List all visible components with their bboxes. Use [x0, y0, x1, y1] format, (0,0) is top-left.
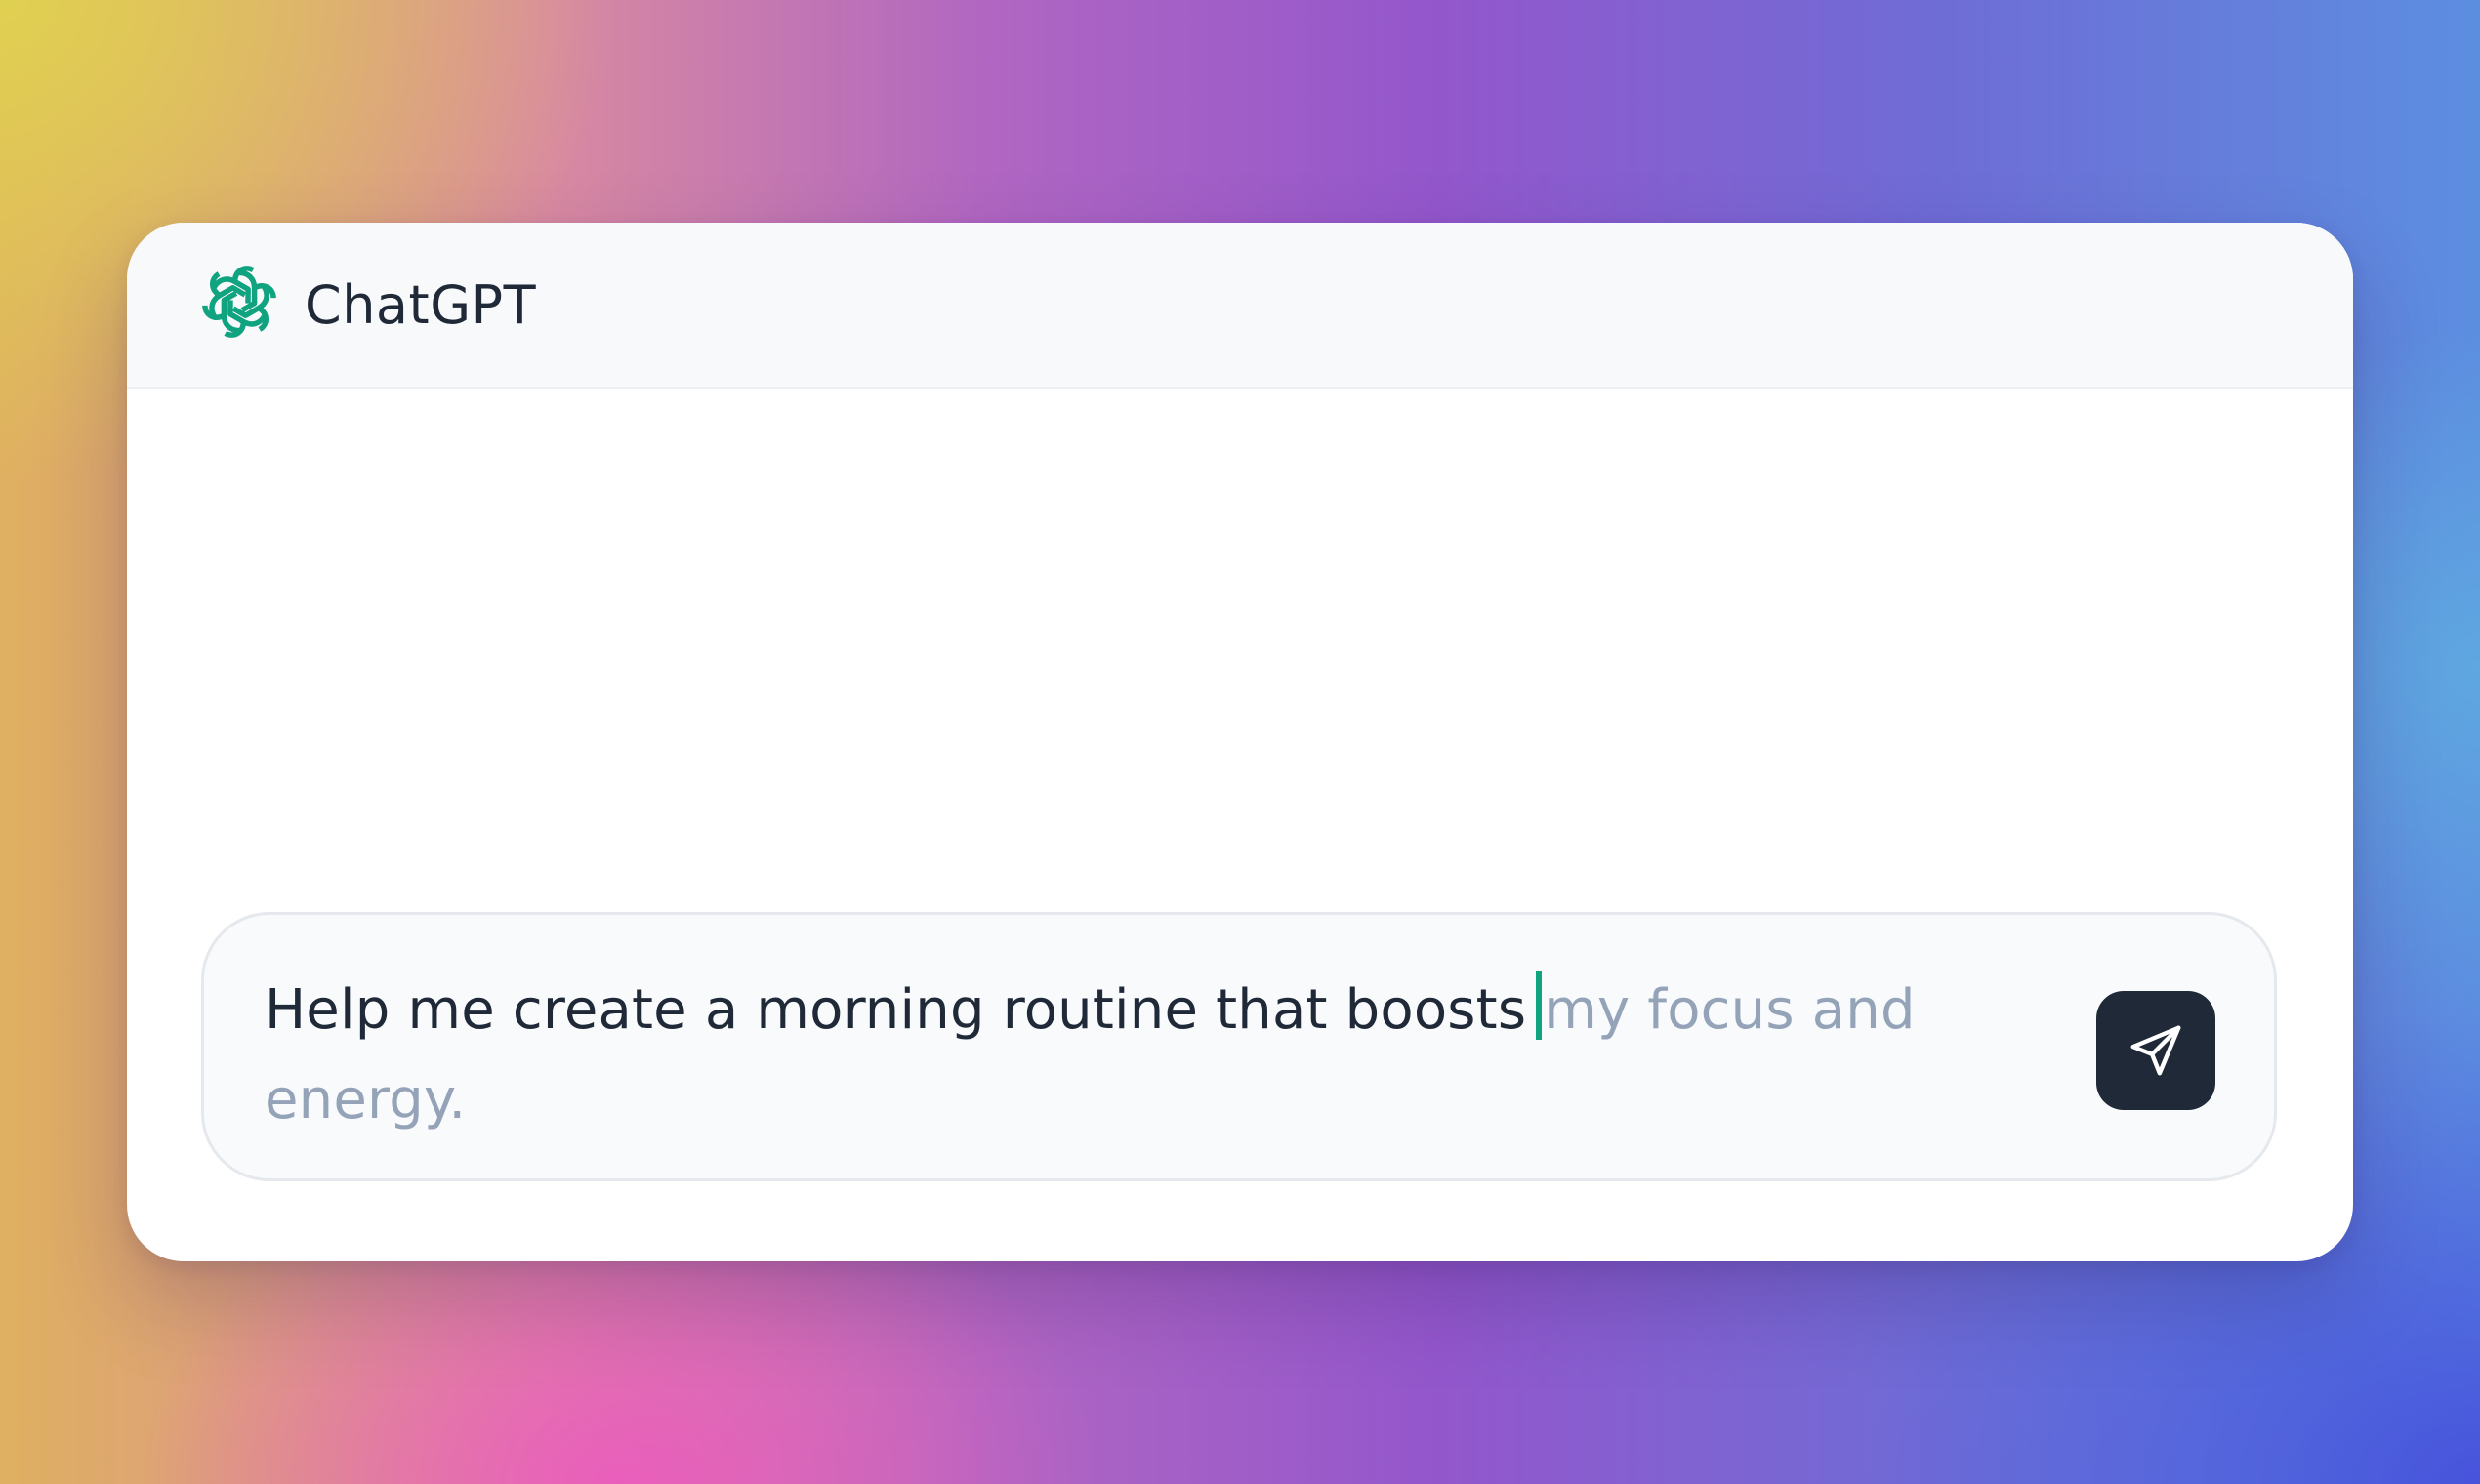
text-caret [1536, 971, 1543, 1040]
send-icon [2130, 1025, 2181, 1076]
chat-header: ChatGPT [127, 223, 2353, 389]
send-button[interactable] [2096, 991, 2215, 1110]
typed-text: Help me create a morning routine that bo… [265, 978, 1527, 1042]
app-title: ChatGPT [305, 274, 537, 336]
openai-logo-icon [201, 264, 277, 340]
message-input[interactable]: Help me create a morning routine that bo… [265, 966, 2120, 1145]
message-composer[interactable]: Help me create a morning routine that bo… [201, 912, 2277, 1181]
chat-window: ChatGPT Help me create a morning routine… [127, 223, 2353, 1261]
